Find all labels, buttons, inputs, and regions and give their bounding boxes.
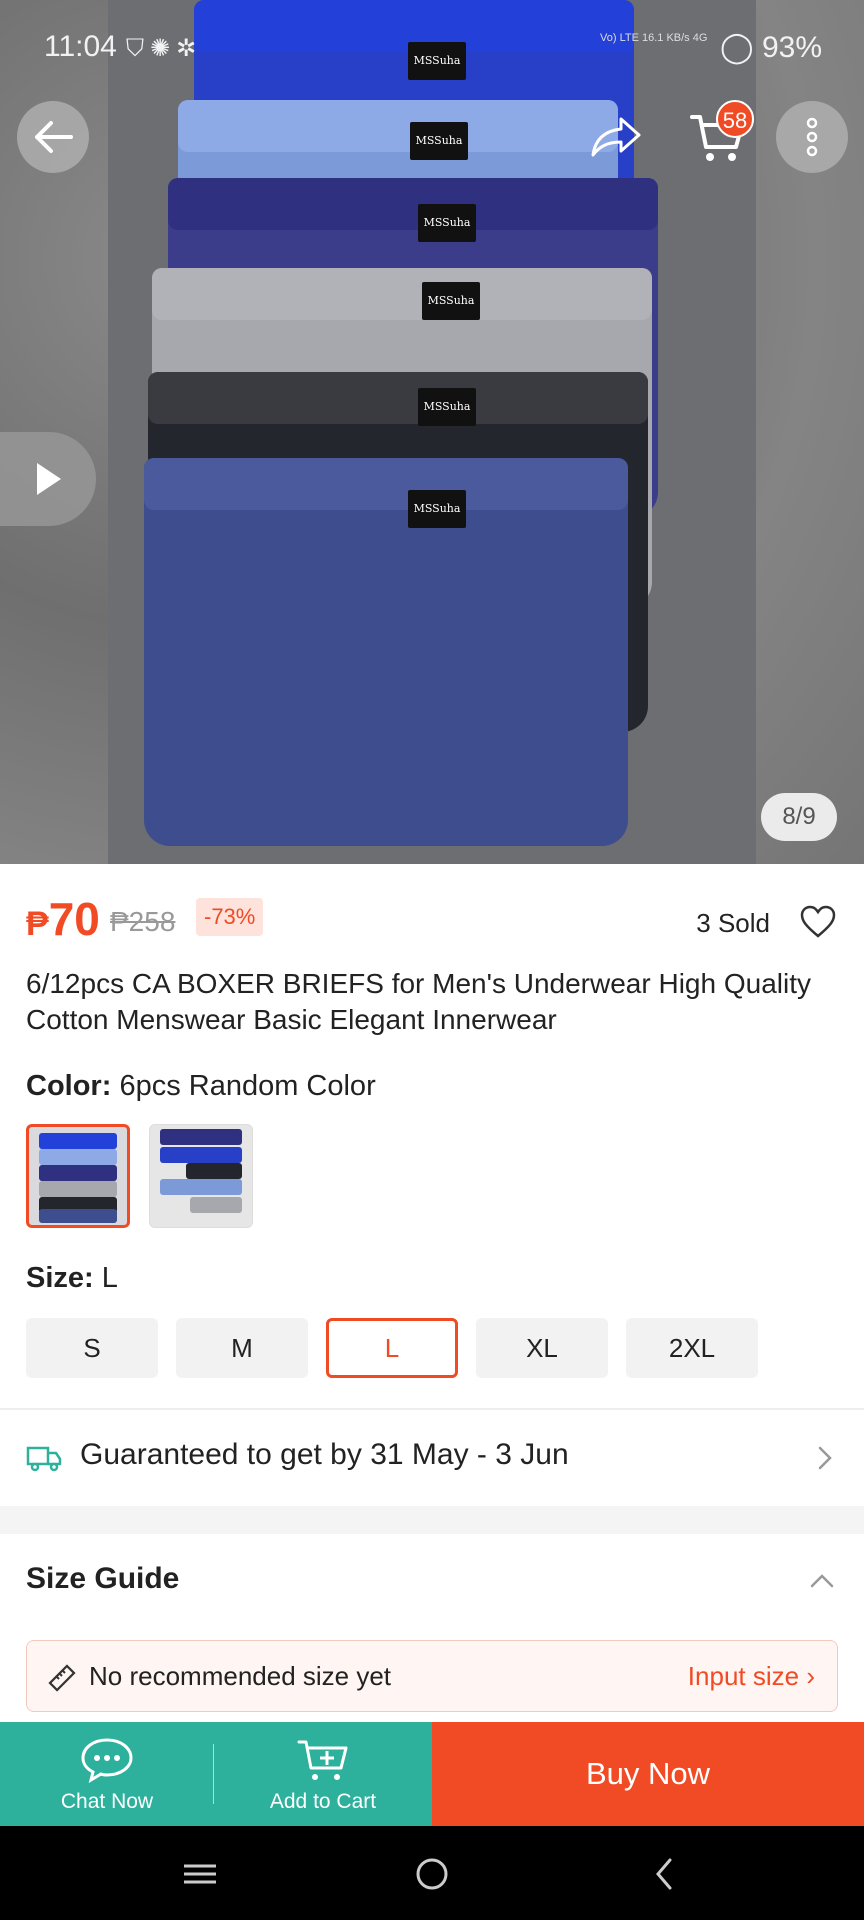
chat-now-button[interactable]: Chat Now [0,1722,214,1826]
network-indicator: Vo) LTE 16.1 KB/s 4G [600,32,708,44]
brand-tag: MSSuha [410,122,468,160]
size-guide-title: Size Guide [26,1562,180,1595]
play-video-button[interactable] [0,432,96,526]
price-value: 70 [48,893,100,945]
size-label-key: Size: [26,1262,94,1294]
currency-symbol: ₱ [26,905,49,943]
current-price: ₱70 [26,892,100,946]
brand-tag: MSSuha [418,204,476,242]
more-vertical-icon [806,117,818,157]
ruler-icon [48,1664,76,1692]
status-time: 11:04 [44,30,117,63]
bottom-action-bar: Chat Now Add to Cart Buy Now [0,1722,864,1826]
color-selected-value: 6pcs Random Color [119,1070,376,1102]
share-button[interactable] [580,101,652,173]
chevron-right-icon [818,1446,832,1470]
back-button[interactable] [17,101,89,173]
input-size-label: Input size [687,1661,800,1691]
brand-tag: MSSuha [408,490,466,528]
back-arrow-icon [35,121,73,153]
discount-badge: -73% [196,898,264,936]
battery-status: ◯ 93% [720,30,822,65]
buy-now-button[interactable]: Buy Now [432,1722,864,1826]
section-gap [0,1506,864,1534]
input-size-link[interactable]: Input size › [688,1661,815,1692]
recent-apps-icon[interactable] [180,1854,220,1894]
size-option-l[interactable]: L [326,1318,458,1378]
image-page-indicator: 8/9 [761,793,837,841]
no-recommendation-text: No recommended size yet [89,1661,392,1691]
cart-count-badge: 58 [716,100,754,138]
truck-icon [26,1446,62,1472]
delivery-row[interactable]: Guaranteed to get by 31 May - 3 Jun [0,1410,864,1504]
home-icon[interactable] [412,1854,452,1894]
delivery-guarantee-text: Guaranteed to get by 31 May - 3 Jun [80,1438,569,1471]
size-label: Size: L [26,1262,118,1295]
battery-ring-icon: ◯ [720,31,754,64]
add-to-cart-label: Add to Cart [269,1790,377,1813]
more-options-button[interactable] [776,101,848,173]
status-notification-icons: ⛉✺✲ [126,34,202,63]
chevron-right-icon: › [806,1661,815,1691]
size-option-2xl[interactable]: 2XL [626,1318,758,1378]
original-price: ₱258 [110,906,176,937]
nav-back-icon[interactable] [646,1854,686,1894]
size-selected-value: L [101,1262,118,1294]
size-option-xl[interactable]: XL [476,1318,608,1378]
shield-icon: ⛉ [126,35,150,62]
sold-count: 3 Sold [696,908,770,938]
brief-denim-blue [144,458,628,846]
play-icon [37,463,61,495]
color-swatch-2[interactable] [149,1124,253,1228]
size-option-m[interactable]: M [176,1318,308,1378]
status-bar: 11:04 ⛉✺✲ Vo) LTE 16.1 KB/s 4G ◯ 93% [0,0,864,96]
add-to-cart-button[interactable]: Add to Cart [214,1722,432,1826]
battery-percent: 93% [761,31,822,64]
color-label: Color: 6pcs Random Color [26,1070,376,1103]
price-row: ₱70 ₱258 -73% 3 Sold [26,892,838,952]
chatgpt-icon: ✺ [150,35,177,62]
product-photo[interactable]: MSSuha MSSuha MSSuha MSSuha MSSuha MSSuh… [108,0,756,864]
chat-now-label: Chat Now [60,1790,154,1813]
wishlist-heart-icon[interactable] [798,902,838,942]
system-navigation-bar [0,1826,864,1920]
add-cart-icon [297,1740,348,1780]
chat-bubble-icon [81,1738,133,1784]
brand-tag: MSSuha [422,282,480,320]
product-image-gallery[interactable]: MSSuha MSSuha MSSuha MSSuha MSSuha MSSuh… [0,0,864,864]
settings-icon: ✲ [176,35,203,62]
share-icon [591,117,641,157]
size-option-s[interactable]: S [26,1318,158,1378]
color-swatch-1[interactable] [26,1124,130,1228]
size-recommendation-box[interactable]: No recommended size yet Input size › [26,1640,838,1712]
brand-tag: MSSuha [418,388,476,426]
color-label-key: Color: [26,1070,112,1102]
chevron-up-icon[interactable] [808,1570,836,1590]
product-title: 6/12pcs CA BOXER BRIEFS for Men's Underw… [26,968,811,1035]
